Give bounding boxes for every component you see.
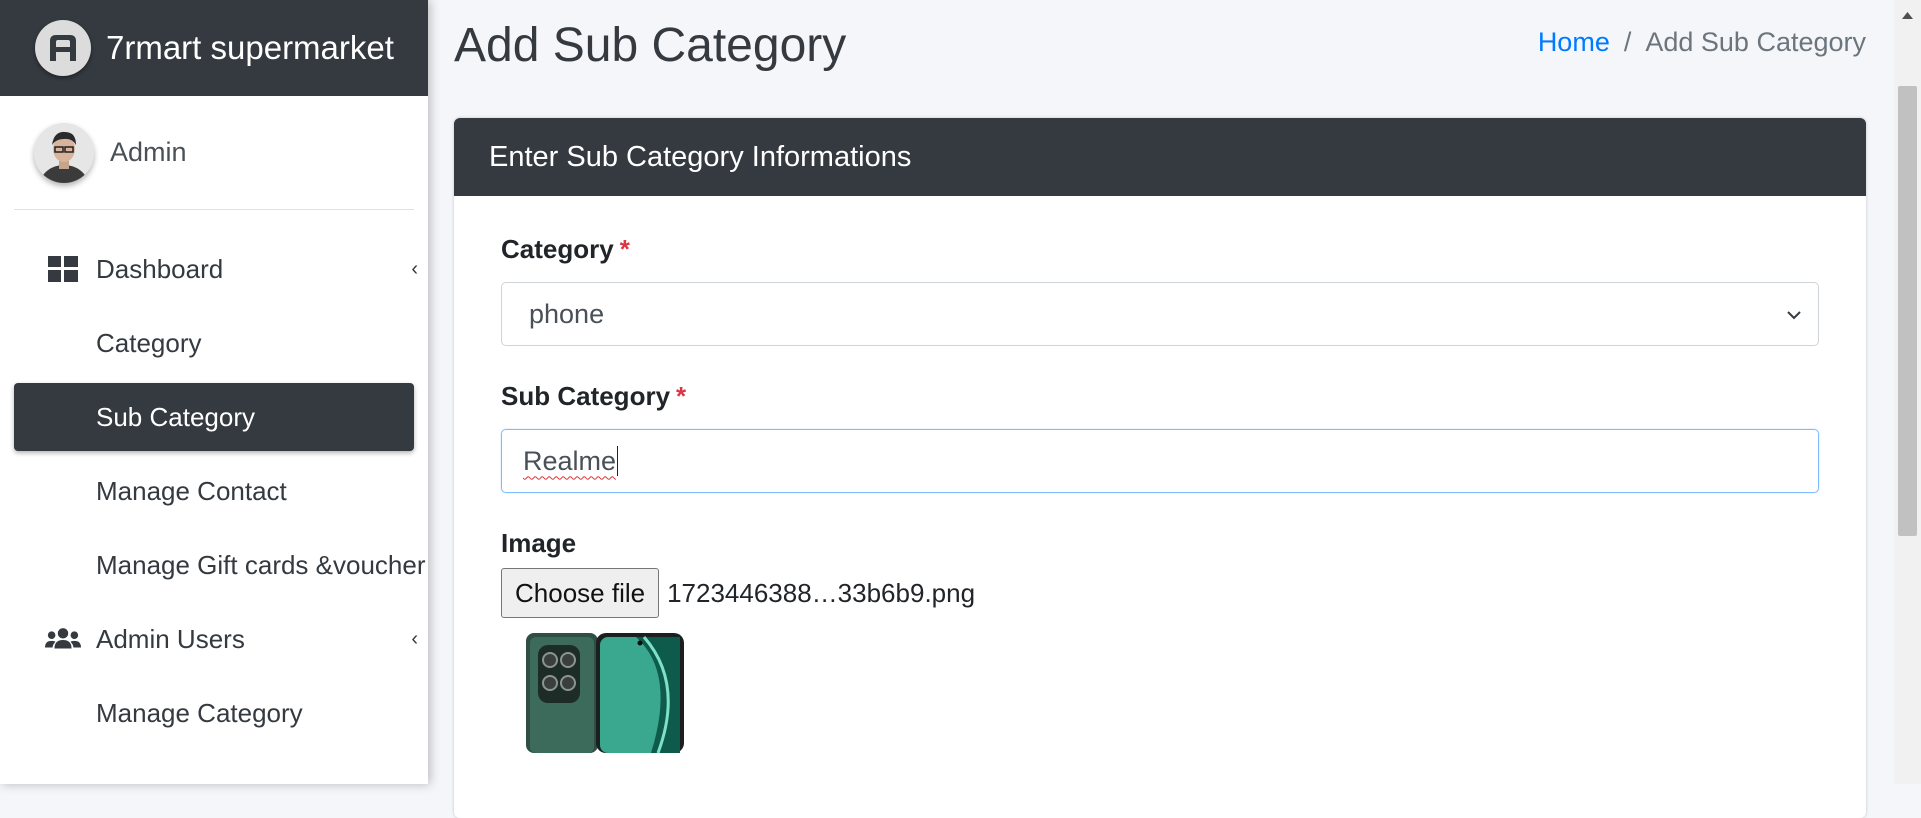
chevron-left-icon: ‹ bbox=[411, 627, 418, 650]
breadcrumb-home-link[interactable]: Home bbox=[1538, 27, 1610, 58]
scrollbar-thumb[interactable] bbox=[1898, 86, 1917, 536]
category-label: Category * bbox=[501, 234, 630, 264]
sub-category-label: Sub Category * bbox=[501, 381, 687, 411]
sidebar-item-category[interactable]: Category bbox=[14, 309, 414, 377]
user-panel[interactable]: Admin bbox=[14, 96, 414, 210]
users-icon bbox=[45, 624, 81, 654]
sidebar: 7rmart supermarket Admin Dashboard ‹ Cat… bbox=[0, 0, 428, 784]
image-field-group: Image Choose file 1723446388…33b6b9.png bbox=[501, 528, 1819, 754]
sidebar-item-label: Category bbox=[96, 327, 202, 358]
sidebar-nav: Dashboard ‹ Category Sub Category Manage… bbox=[14, 235, 426, 753]
sidebar-item-manage-category[interactable]: Manage Category bbox=[14, 679, 414, 747]
sidebar-item-manage-gift-cards[interactable]: Manage Gift cards &voucher bbox=[14, 531, 426, 599]
sidebar-item-sub-category[interactable]: Sub Category bbox=[14, 383, 414, 451]
category-selected-value: phone bbox=[529, 298, 605, 329]
page-title: Add Sub Category bbox=[454, 19, 847, 72]
required-mark: * bbox=[619, 234, 630, 264]
brand-logo-icon bbox=[35, 20, 91, 76]
category-field-group: Category * phone bbox=[501, 234, 1819, 346]
image-file-input: Choose file 1723446388…33b6b9.png bbox=[501, 568, 975, 618]
breadcrumb-current: Add Sub Category bbox=[1645, 27, 1866, 57]
user-name: Admin bbox=[110, 137, 187, 167]
dashboard-grid-icon bbox=[45, 254, 81, 284]
sub-category-input-value: Realme bbox=[523, 445, 617, 476]
sidebar-item-dashboard[interactable]: Dashboard ‹ bbox=[14, 235, 418, 303]
category-select[interactable]: phone bbox=[501, 282, 1819, 346]
sidebar-item-manage-contact[interactable]: Manage Contact bbox=[14, 457, 414, 525]
image-label: Image bbox=[501, 528, 577, 558]
sidebar-item-label: Admin Users bbox=[96, 623, 245, 654]
brand-name: 7rmart supermarket bbox=[106, 29, 394, 66]
brand-link[interactable]: 7rmart supermarket bbox=[0, 0, 428, 96]
selected-file-name: 1723446388…33b6b9.png bbox=[667, 577, 976, 608]
sub-category-input[interactable]: Realme bbox=[501, 429, 1819, 493]
breadcrumb: Home / Add Sub Category bbox=[1538, 27, 1866, 58]
breadcrumb-separator: / bbox=[1623, 27, 1632, 57]
sub-category-field-group: Sub Category * Realme bbox=[501, 381, 1819, 493]
scroll-up-arrow-icon[interactable] bbox=[1902, 6, 1913, 24]
image-preview bbox=[526, 633, 684, 754]
sidebar-item-label: Manage Gift cards &voucher bbox=[96, 549, 426, 580]
avatar bbox=[34, 122, 94, 183]
sidebar-item-label: Manage Category bbox=[96, 697, 303, 728]
chevron-left-icon: ‹ bbox=[411, 257, 418, 280]
text-cursor bbox=[617, 446, 619, 476]
sidebar-item-admin-users[interactable]: Admin Users ‹ bbox=[14, 605, 418, 673]
sub-category-form-card: Enter Sub Category Informations Category… bbox=[454, 118, 1866, 818]
sidebar-item-label: Manage Contact bbox=[96, 475, 287, 506]
card-header: Enter Sub Category Informations bbox=[454, 118, 1866, 196]
page-scrollbar[interactable] bbox=[1894, 0, 1921, 784]
sidebar-item-label: Sub Category bbox=[96, 401, 255, 432]
required-mark: * bbox=[676, 381, 687, 411]
choose-file-button[interactable]: Choose file bbox=[501, 568, 660, 618]
chevron-down-icon bbox=[1786, 303, 1802, 334]
sidebar-item-label: Dashboard bbox=[96, 253, 224, 284]
